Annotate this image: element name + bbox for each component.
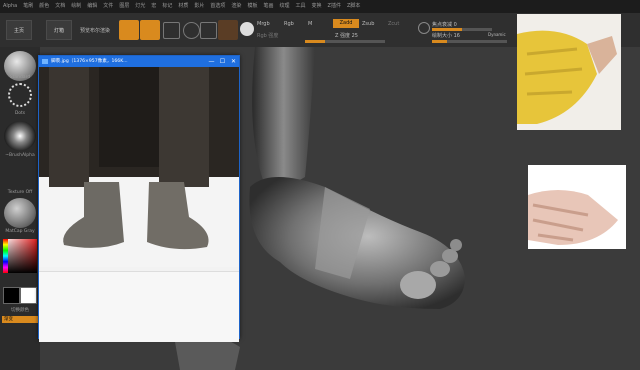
- menu-item[interactable]: 笔刷: [23, 0, 33, 13]
- texture-label: Texture Off: [7, 190, 33, 195]
- switch-color-label[interactable]: 切换颜色: [0, 307, 40, 313]
- menu-item[interactable]: 渲染: [231, 0, 241, 13]
- menu-item[interactable]: 工具: [295, 0, 305, 13]
- preview-label[interactable]: 预览布尔渲染: [80, 27, 110, 34]
- menu-item[interactable]: Z脚本: [347, 0, 360, 13]
- z-intensity-label: Z 强度 25: [335, 33, 358, 39]
- matcap-icon[interactable]: [4, 198, 36, 228]
- zadd-toggle[interactable]: Zadd: [333, 19, 359, 28]
- move-icon[interactable]: [163, 22, 180, 39]
- menu-item[interactable]: 首选项: [210, 0, 225, 13]
- menu-item[interactable]: 影片: [194, 0, 204, 13]
- z-intensity-fill: [305, 40, 325, 43]
- menu-item[interactable]: 纹理: [279, 0, 289, 13]
- menu-item[interactable]: 笔画: [263, 0, 273, 13]
- menu-item[interactable]: 变换: [312, 0, 322, 13]
- image-file-icon: [42, 59, 48, 64]
- edit-mode-icon[interactable]: [119, 20, 139, 40]
- color-picker[interactable]: [3, 239, 37, 273]
- menu-item[interactable]: 绘制: [71, 0, 81, 13]
- toe-3: [442, 249, 458, 263]
- menu-item[interactable]: 模板: [247, 0, 257, 13]
- draw-size-slider[interactable]: [432, 40, 507, 43]
- menu-item[interactable]: Z插件: [328, 0, 341, 13]
- secondary-color-swatch[interactable]: [20, 287, 37, 304]
- alpha-label: ~BrushAlpha: [5, 153, 35, 158]
- focal-shift-label[interactable]: 焦点衰减 0: [432, 21, 457, 28]
- left-shelf: Standard Dots ~BrushAlpha Texture Off Ma…: [0, 47, 40, 370]
- zsub-toggle[interactable]: Zsub: [362, 21, 374, 27]
- alpha-icon[interactable]: [4, 121, 36, 151]
- material-label: MatCap Gray: [5, 229, 35, 234]
- toe-2: [430, 261, 450, 277]
- menu-item[interactable]: 文档: [55, 0, 65, 13]
- menu-item[interactable]: 图层: [119, 0, 129, 13]
- reference-photo-yellow-wrap: [517, 14, 621, 130]
- menu-item[interactable]: 标记: [162, 0, 172, 13]
- primary-color-swatch[interactable]: [3, 287, 20, 304]
- texture-slot[interactable]: [4, 161, 36, 187]
- minimize-button[interactable]: —: [206, 56, 217, 67]
- focal-icon: [418, 22, 430, 34]
- lightbox-button[interactable]: 灯箱: [46, 20, 72, 40]
- menu-bar: Alpha 笔刷 颜色 文档 绘制 编辑 文件 图层 灯光宏标记 材质 影片 首选项 渲染 模板 笔画 纹理工…: [0, 0, 640, 13]
- brush-label: Standard: [9, 75, 31, 80]
- menu-item[interactable]: 灯光: [135, 0, 145, 13]
- gradient-button[interactable]: 渐变: [2, 316, 38, 323]
- menu-item[interactable]: 宏: [151, 0, 156, 13]
- mrgb-toggle[interactable]: Mrgb: [257, 21, 270, 27]
- image-viewer-empty-area: [39, 271, 239, 342]
- image-viewer-window[interactable]: 脚裹.jpg（1376×957像素，166K... — ☐ ✕: [38, 55, 240, 342]
- draw-size-fill: [432, 40, 447, 43]
- close-button[interactable]: ✕: [228, 56, 239, 67]
- toe-4: [450, 239, 462, 251]
- m-toggle[interactable]: M: [308, 21, 312, 27]
- draw-mode-icon[interactable]: [140, 20, 160, 40]
- dynamic-toggle[interactable]: Dynamic: [488, 32, 506, 37]
- material-sphere-icon[interactable]: [240, 22, 254, 36]
- image-viewer-titlebar[interactable]: 脚裹.jpg（1376×957像素，166K... — ☐ ✕: [39, 56, 239, 67]
- menu-item[interactable]: 材质: [178, 0, 188, 13]
- draw-size-label[interactable]: 绘制大小 16: [432, 32, 460, 39]
- scale-icon[interactable]: [183, 22, 200, 39]
- zcut-toggle[interactable]: Zcut: [388, 21, 399, 27]
- sculpt-color-icon[interactable]: [218, 20, 238, 40]
- dots-stroke-icon[interactable]: [8, 83, 32, 107]
- menu-item[interactable]: 编辑: [87, 0, 97, 13]
- reference-photo-bandage: [528, 165, 626, 249]
- big-toe: [400, 271, 436, 299]
- rotate-icon[interactable]: [200, 22, 217, 39]
- menu-item[interactable]: 文件: [103, 0, 113, 13]
- maximize-button[interactable]: ☐: [217, 56, 228, 67]
- stroke-label: Dots: [14, 111, 26, 116]
- z-intensity-slider[interactable]: [305, 40, 385, 43]
- focal-shift-fill: [432, 28, 462, 31]
- menu-item[interactable]: Alpha: [3, 0, 17, 13]
- image-viewer-title: 脚裹.jpg（1376×957像素，166K...: [51, 59, 128, 64]
- focal-shift-slider[interactable]: [432, 28, 492, 31]
- reference-painting: [39, 67, 239, 267]
- menu-item[interactable]: 颜色: [39, 0, 49, 13]
- home-button[interactable]: 主页: [6, 20, 32, 40]
- hue-strip[interactable]: [3, 239, 8, 273]
- rgb-intensity-label[interactable]: Rgb 强度: [257, 32, 278, 39]
- rgb-toggle[interactable]: Rgb: [284, 21, 294, 27]
